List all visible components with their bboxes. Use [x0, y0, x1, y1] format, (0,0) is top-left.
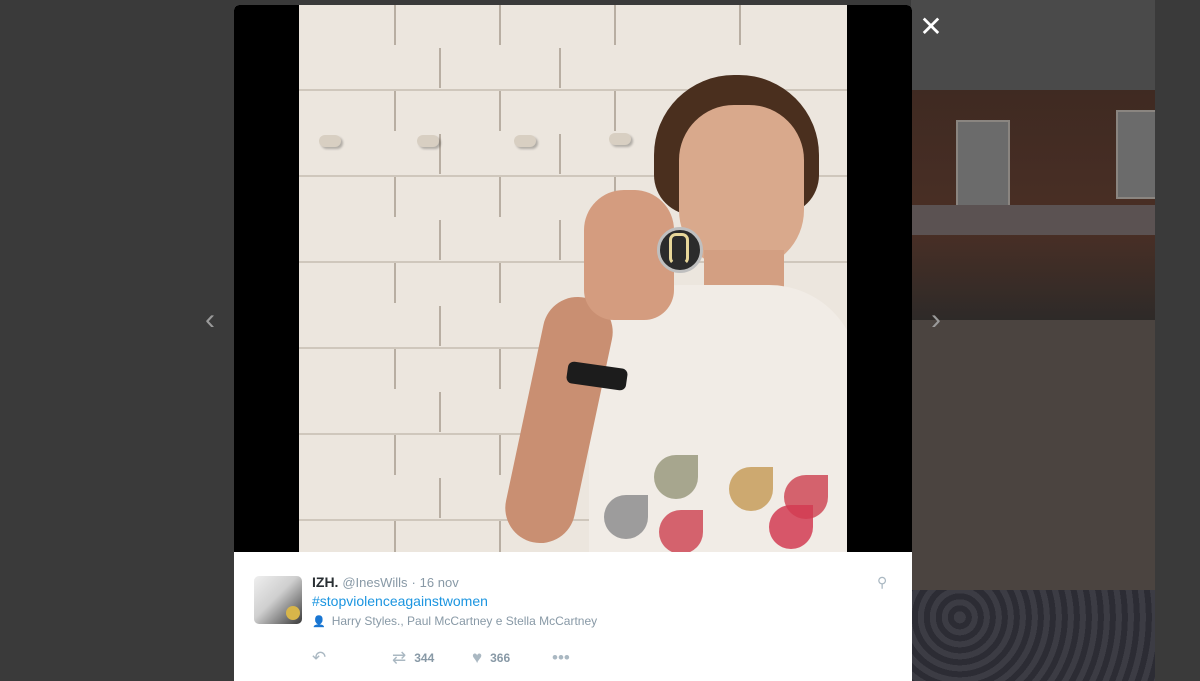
- avatar[interactable]: [254, 576, 302, 624]
- retweet-icon: ⇄: [392, 648, 407, 667]
- background-tweet-media: [911, 0, 1155, 681]
- more-icon: •••: [552, 648, 570, 667]
- person-icon: 👤: [312, 616, 326, 628]
- tweet-details: IZH. @InesWills · 16 nov #stopviolenceag…: [234, 552, 912, 681]
- background-image-top: [911, 0, 1155, 90]
- heart-icon: ♥: [472, 648, 483, 667]
- tweet-date[interactable]: 16 nov: [420, 575, 459, 590]
- reply-button[interactable]: ↶: [312, 648, 326, 668]
- media-viewer: [234, 5, 912, 552]
- next-arrow-icon[interactable]: ›: [921, 305, 951, 335]
- background-image-repost: [911, 320, 1155, 590]
- like-button[interactable]: ♥ 366: [472, 648, 510, 668]
- background-banner: [911, 205, 1155, 235]
- tweet-photo[interactable]: [299, 5, 847, 552]
- tagged-people-text: Harry Styles., Paul McCartney e Stella M…: [331, 614, 598, 628]
- tagged-people[interactable]: 👤 Harry Styles., Paul McCartney e Stella …: [312, 614, 597, 628]
- separator: ·: [411, 575, 416, 590]
- retweet-button[interactable]: ⇄ 344: [392, 648, 434, 668]
- retweet-count: 344: [414, 651, 435, 665]
- location-pin-icon[interactable]: ⚲: [877, 574, 887, 591]
- display-name[interactable]: IZH.: [312, 574, 338, 590]
- background-image-crowd: [911, 590, 1155, 681]
- reply-icon: ↶: [312, 648, 327, 667]
- previous-arrow-icon[interactable]: ‹: [195, 305, 225, 335]
- more-button[interactable]: •••: [552, 648, 570, 668]
- media-modal: IZH. @InesWills · 16 nov #stopviolenceag…: [234, 5, 912, 681]
- hashtag-link[interactable]: #stopviolenceagainstwomen: [312, 593, 488, 609]
- close-icon[interactable]: ✕: [916, 12, 946, 42]
- like-count: 366: [490, 651, 511, 665]
- username[interactable]: @InesWills: [342, 575, 407, 590]
- tweet-author-line: IZH. @InesWills · 16 nov: [312, 574, 459, 590]
